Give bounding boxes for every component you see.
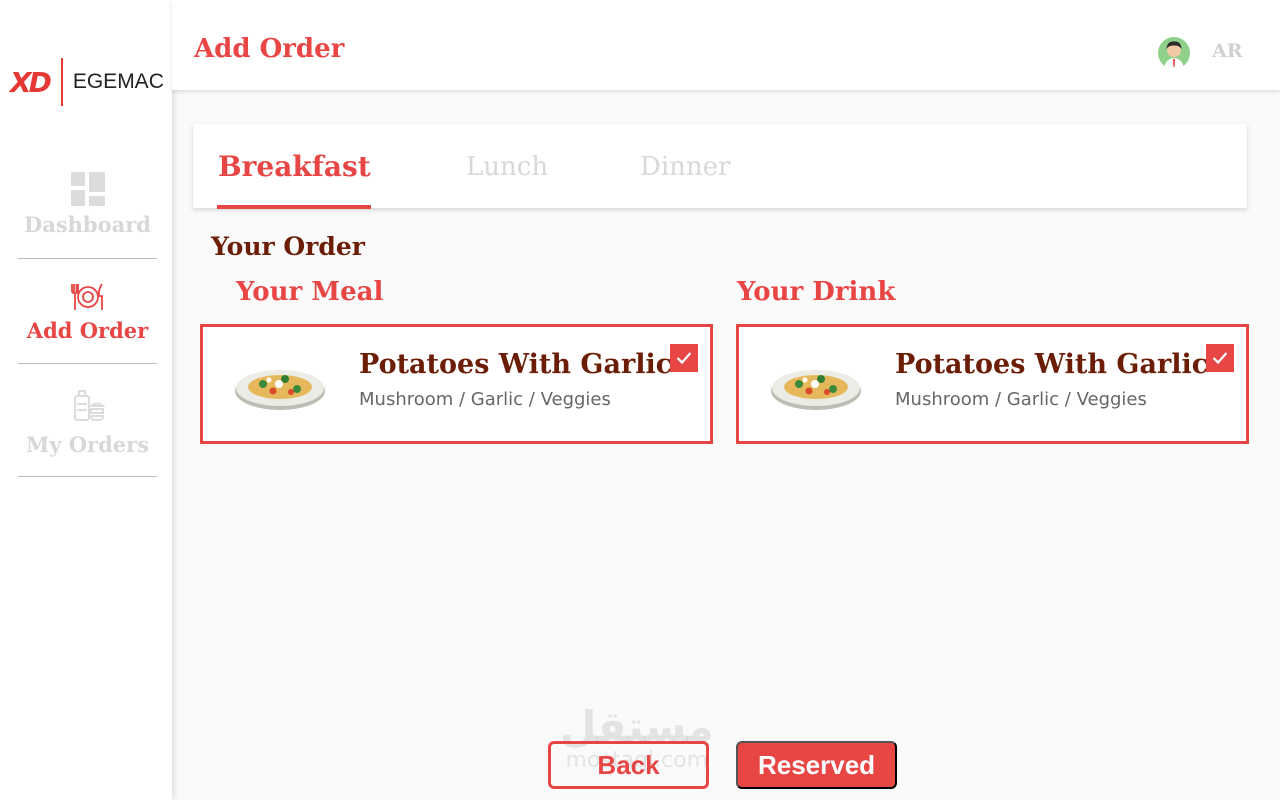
- orders-icon: [73, 390, 105, 421]
- pasta-plate-icon: [771, 370, 861, 410]
- logo-mark: XD: [10, 65, 52, 99]
- drink-card[interactable]: Potatoes With Garlic Mushroom / Garlic /…: [736, 324, 1249, 444]
- your-drink-label: Your Drink: [737, 277, 896, 307]
- language-switch[interactable]: AR: [1212, 40, 1243, 62]
- page-title: Add Order: [194, 34, 345, 64]
- checkmark-icon: [1212, 352, 1228, 365]
- sidebar-item-label: Add Order: [26, 318, 149, 343]
- drink-checkbox[interactable]: [1206, 344, 1234, 372]
- reserved-button[interactable]: Reserved: [736, 741, 897, 789]
- meal-description: Mushroom / Garlic / Veggies: [359, 389, 611, 410]
- top-bar: Add Order AR: [172, 0, 1280, 90]
- tab-lunch[interactable]: Lunch: [466, 152, 548, 182]
- sidebar: XD EGEMAC Dashboard Add Order My Orders: [0, 0, 172, 800]
- checkmark-icon: [676, 352, 692, 365]
- user-avatar-icon[interactable]: [1158, 37, 1190, 69]
- your-meal-label: Your Meal: [236, 277, 384, 307]
- meal-title: Potatoes With Garlic: [359, 349, 673, 380]
- sidebar-item-label: Dashboard: [24, 212, 151, 237]
- utensils-plate-icon: [70, 283, 103, 310]
- logo-divider: [60, 58, 63, 106]
- sidebar-item-label: My Orders: [25, 432, 150, 457]
- sidebar-item-add-order[interactable]: Add Order: [18, 282, 157, 364]
- active-tab-indicator: [217, 205, 371, 209]
- back-button[interactable]: Back: [548, 741, 709, 789]
- app-logo[interactable]: XD EGEMAC: [10, 56, 164, 108]
- logo-text: EGEMAC: [72, 70, 164, 93]
- tab-breakfast[interactable]: Breakfast: [218, 150, 371, 183]
- tab-dinner[interactable]: Dinner: [640, 152, 730, 182]
- sidebar-item-dashboard[interactable]: Dashboard: [18, 172, 157, 259]
- meal-tabs: Breakfast Lunch Dinner: [193, 124, 1247, 209]
- dashboard-icon: [70, 172, 105, 206]
- pasta-plate-icon: [235, 370, 325, 410]
- meal-card[interactable]: Potatoes With Garlic Mushroom / Garlic /…: [200, 324, 713, 444]
- meal-checkbox[interactable]: [670, 344, 698, 372]
- your-order-heading: Your Order: [211, 232, 365, 261]
- sidebar-item-my-orders[interactable]: My Orders: [18, 388, 157, 477]
- drink-description: Mushroom / Garlic / Veggies: [895, 389, 1147, 410]
- drink-title: Potatoes With Garlic: [895, 349, 1209, 380]
